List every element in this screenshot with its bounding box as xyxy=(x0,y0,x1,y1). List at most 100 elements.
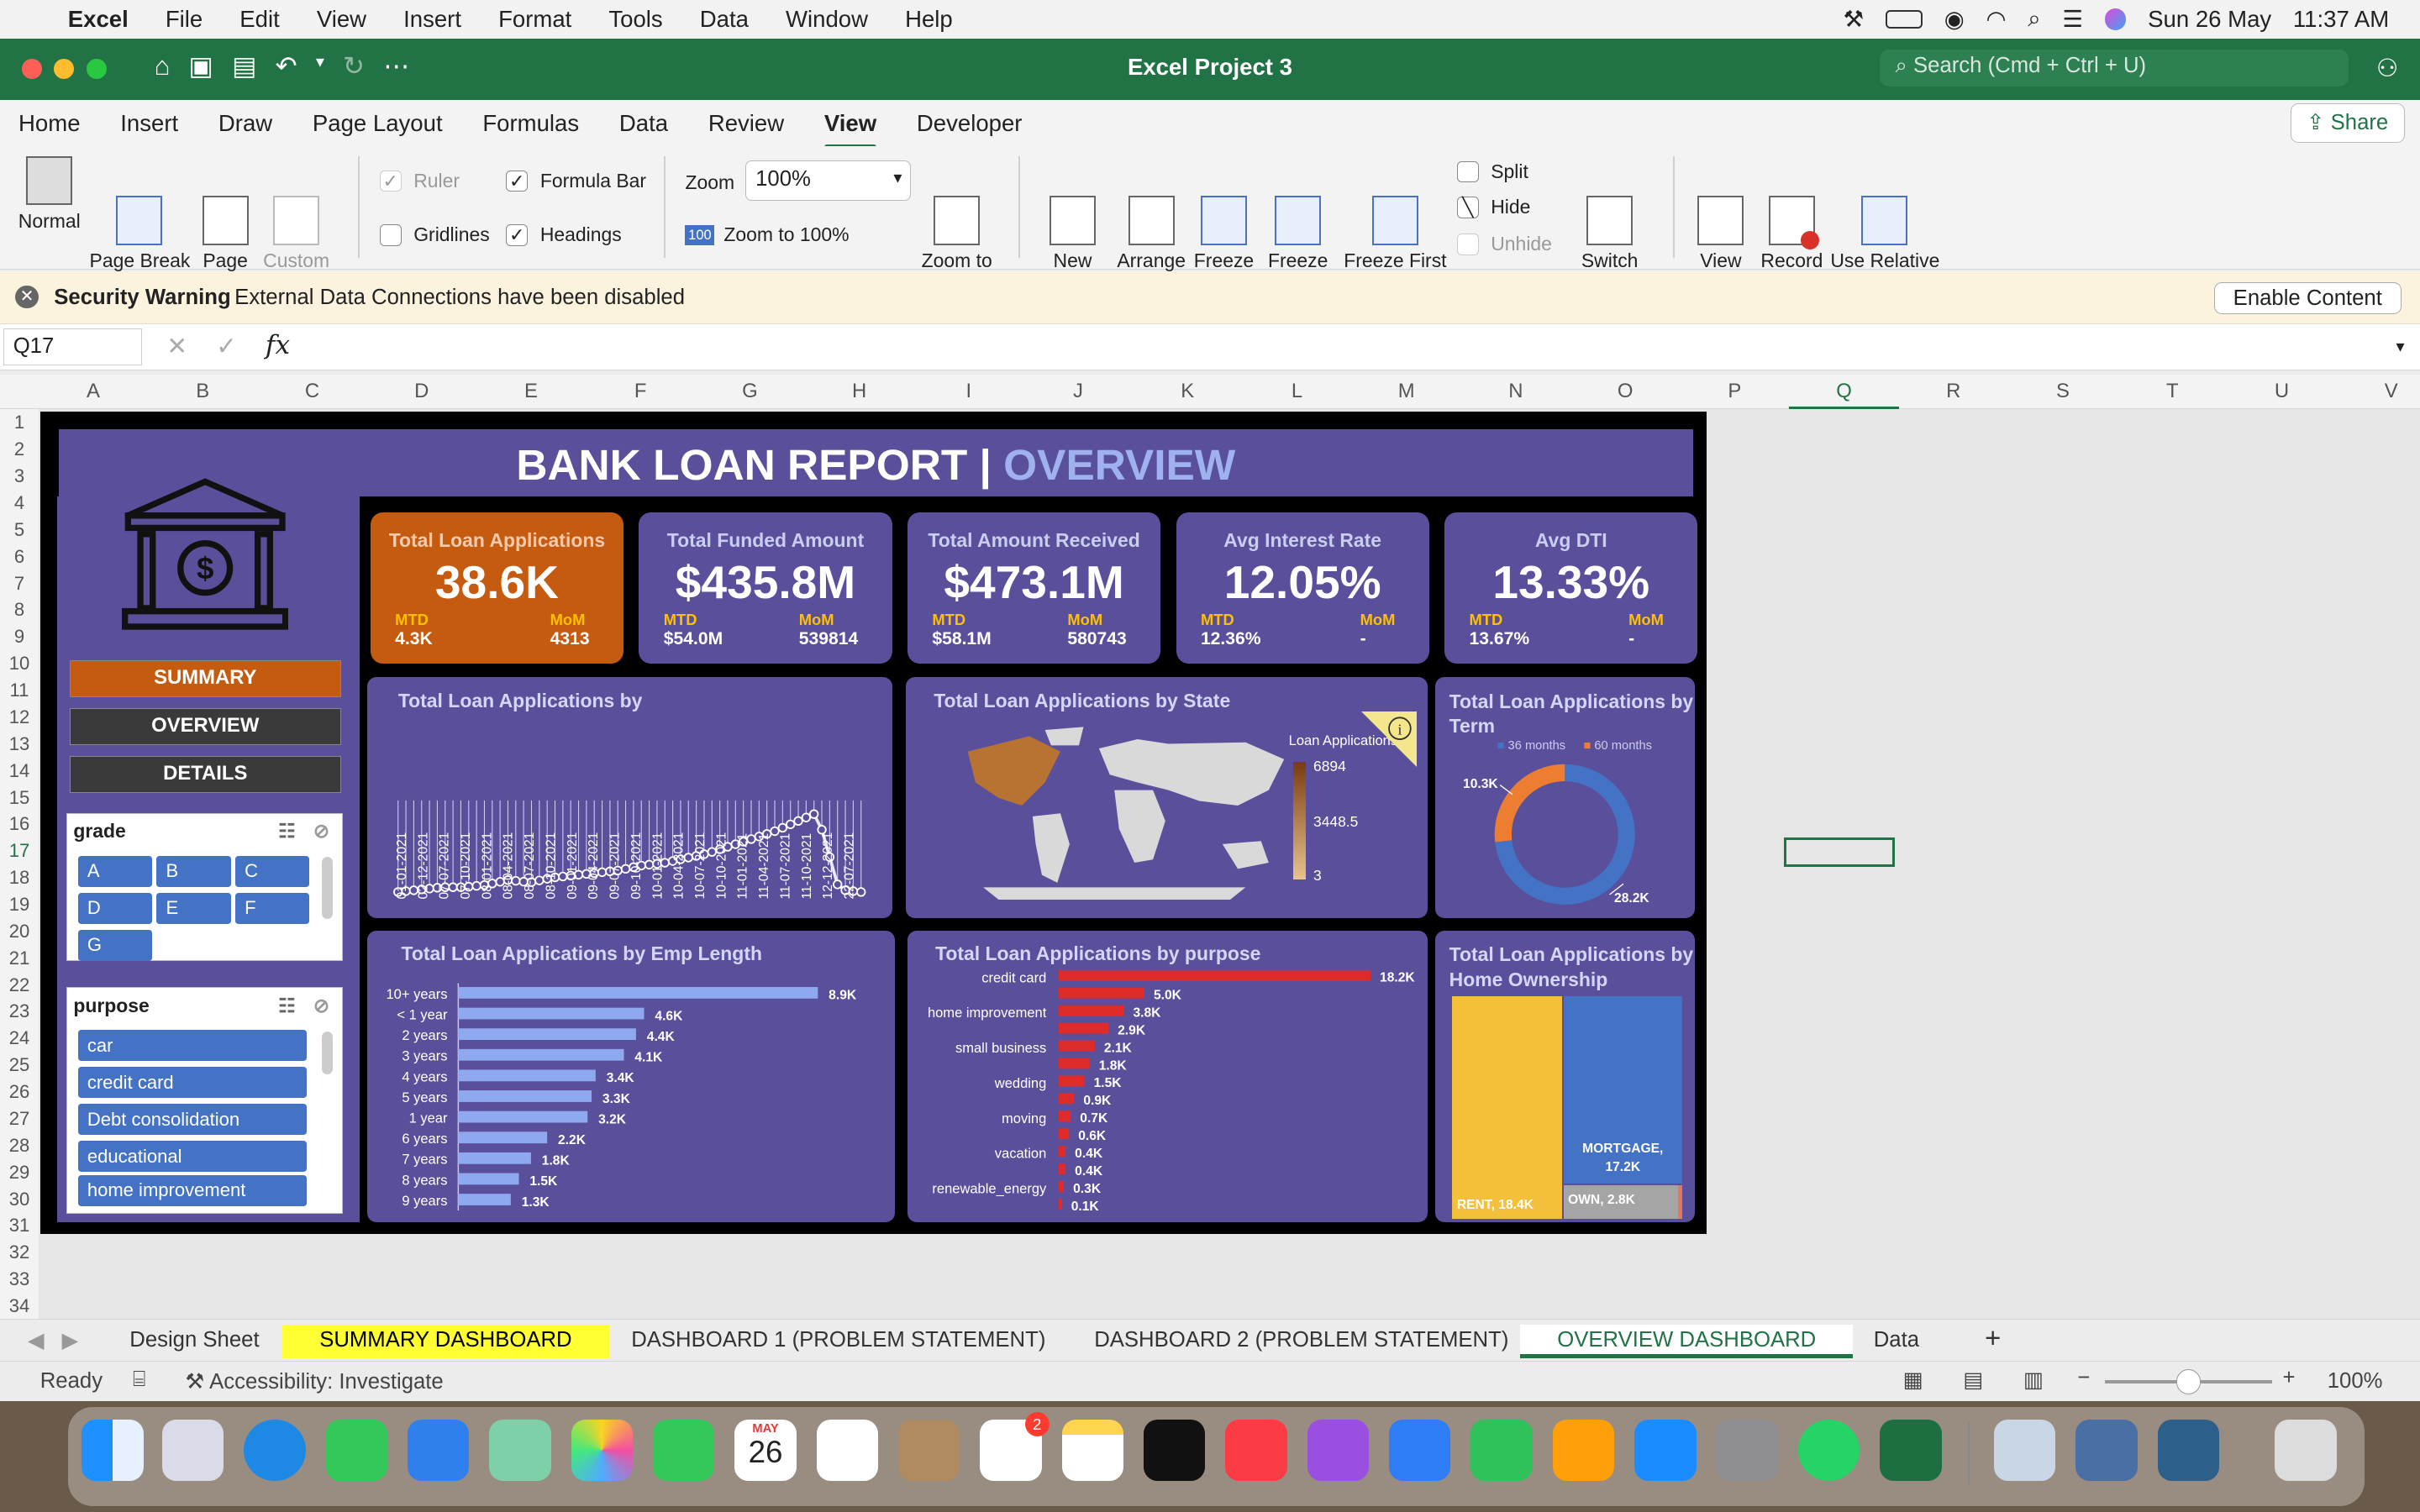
row-header[interactable]: 9 xyxy=(0,626,39,648)
row-header[interactable]: 8 xyxy=(0,599,39,621)
grade-chip-d[interactable]: D xyxy=(77,892,152,924)
purpose-item[interactable]: car xyxy=(77,1030,307,1062)
row-header[interactable]: 22 xyxy=(0,974,39,996)
prev-sheet-icon[interactable]: ◀ xyxy=(28,1328,45,1353)
preview-icon[interactable] xyxy=(1994,1419,2056,1482)
menu-help[interactable]: Help xyxy=(886,6,971,33)
column-header[interactable]: V xyxy=(2337,380,2420,403)
column-header[interactable]: G xyxy=(695,380,804,403)
enable-content-button[interactable]: Enable Content xyxy=(2213,282,2402,315)
maps-icon[interactable] xyxy=(489,1419,551,1482)
column-header[interactable]: C xyxy=(257,380,366,403)
row-header[interactable]: 12 xyxy=(0,706,39,728)
apple-tv-icon[interactable] xyxy=(1143,1419,1206,1482)
column-header[interactable]: T xyxy=(2118,380,2227,403)
row-header[interactable]: 15 xyxy=(0,787,39,809)
sheet-tab-overview[interactable]: OVERVIEW DASHBOARD xyxy=(1520,1324,1854,1359)
function-icon[interactable]: fx xyxy=(266,330,290,360)
zoom-select[interactable]: 100% ▾ xyxy=(745,160,911,201)
zoom-slider[interactable] xyxy=(2105,1369,2272,1394)
row-header[interactable]: 24 xyxy=(0,1027,39,1049)
sheet-tab-summary[interactable]: SUMMARY DASHBOARD xyxy=(282,1324,609,1359)
purpose-item[interactable]: Debt consolidation xyxy=(77,1104,307,1136)
tab-developer[interactable]: Developer xyxy=(898,110,1044,137)
column-header[interactable]: F xyxy=(586,380,695,403)
pages-icon[interactable] xyxy=(1552,1419,1615,1482)
column-header[interactable]: E xyxy=(476,380,586,403)
zoom-out-button[interactable]: − xyxy=(2077,1366,2090,1390)
grade-chip-g[interactable]: G xyxy=(77,929,152,961)
excel-icon[interactable] xyxy=(1880,1419,1942,1482)
sheet-tab-data[interactable]: Data xyxy=(1837,1325,1956,1358)
slicer-scrollbar[interactable] xyxy=(321,857,333,919)
row-header[interactable]: 2 xyxy=(0,438,39,460)
grade-chip-b[interactable]: B xyxy=(156,855,231,887)
expand-formula-icon[interactable]: ▾ xyxy=(2396,336,2404,357)
row-header[interactable]: 7 xyxy=(0,573,39,595)
tab-formulas[interactable]: Formulas xyxy=(464,110,601,137)
row-header[interactable]: 5 xyxy=(0,519,39,541)
row-header[interactable]: 1 xyxy=(0,412,39,433)
column-header[interactable]: R xyxy=(1899,380,2008,403)
multi-select-icon[interactable]: ☷ xyxy=(278,995,296,1017)
purpose-item[interactable]: educational xyxy=(77,1141,307,1173)
row-header[interactable]: 21 xyxy=(0,948,39,969)
column-header[interactable]: Q xyxy=(1789,375,1899,409)
search-input[interactable]: ⌕ Search (Cmd + Ctrl + U) xyxy=(1880,49,2349,87)
chart-applications-by-state[interactable]: Total Loan Applications by State Loan Ap… xyxy=(906,677,1428,918)
row-header[interactable]: 20 xyxy=(0,921,39,942)
formula-bar-checkbox[interactable]: ✓ Formula Bar xyxy=(506,170,646,192)
app-store-icon[interactable] xyxy=(1634,1419,1697,1482)
enter-icon[interactable]: ✓ xyxy=(216,332,237,361)
column-header[interactable]: H xyxy=(804,380,913,403)
add-sheet-button[interactable]: + xyxy=(1948,1320,2038,1354)
tab-home[interactable]: Home xyxy=(0,110,102,137)
tab-insert[interactable]: Insert xyxy=(102,110,200,137)
row-header[interactable]: 4 xyxy=(0,492,39,514)
finder-icon[interactable] xyxy=(82,1419,144,1482)
screen-sharing-icon[interactable] xyxy=(2075,1419,2138,1482)
row-header[interactable]: 3 xyxy=(0,465,39,487)
row-header[interactable]: 29 xyxy=(0,1162,39,1184)
menu-tools[interactable]: Tools xyxy=(590,6,681,33)
row-header[interactable]: 16 xyxy=(0,813,39,835)
mysql-workbench-icon[interactable] xyxy=(2157,1419,2220,1482)
column-header[interactable]: O xyxy=(1570,380,1680,403)
tab-draw[interactable]: Draw xyxy=(200,110,294,137)
clear-filter-icon[interactable]: ⊘ xyxy=(313,820,329,843)
grade-chip-c[interactable]: C xyxy=(235,855,310,887)
app-menu[interactable]: Excel xyxy=(50,6,147,33)
user-icon[interactable]: ◉ xyxy=(1944,6,1965,33)
safari-icon[interactable] xyxy=(244,1419,306,1482)
podcasts-icon[interactable] xyxy=(1307,1419,1370,1482)
column-header[interactable]: B xyxy=(148,380,257,403)
menu-data[interactable]: Data xyxy=(681,6,767,33)
column-header[interactable]: L xyxy=(1242,380,1351,403)
siri-icon[interactable] xyxy=(2104,8,2127,30)
name-box[interactable]: Q17 xyxy=(3,328,142,366)
row-header[interactable]: 13 xyxy=(0,733,39,755)
purpose-item[interactable]: credit card xyxy=(77,1067,307,1099)
tools-icon[interactable]: ⚒ xyxy=(1844,6,1865,33)
normal-view-button[interactable]: Normal xyxy=(13,155,87,232)
row-header[interactable]: 30 xyxy=(0,1189,39,1210)
column-header[interactable]: M xyxy=(1352,380,1461,403)
tab-view[interactable]: View xyxy=(806,110,898,150)
row-header[interactable]: 26 xyxy=(0,1081,39,1103)
chart-applications-by-home-ownership[interactable]: Total Loan Applications by Home Ownershi… xyxy=(1435,930,1695,1222)
ruler-checkbox[interactable]: ✓ Ruler xyxy=(379,170,460,192)
tab-review[interactable]: Review xyxy=(690,110,806,137)
row-header[interactable]: 10 xyxy=(0,653,39,675)
facetime-icon[interactable] xyxy=(652,1419,715,1482)
warning-close-icon[interactable]: ✕ xyxy=(15,285,39,309)
column-header[interactable]: J xyxy=(1023,380,1133,403)
hide-button[interactable]: ╲ Hide xyxy=(1456,196,1530,218)
mail-icon[interactable] xyxy=(407,1419,470,1482)
reminders-icon[interactable]: 2 xyxy=(980,1411,1050,1482)
unhide-button[interactable]: Unhide xyxy=(1456,233,1552,255)
chart-applications-by-date[interactable]: Total Loan Applications by 01-01-2021 02-… xyxy=(367,677,892,918)
row-header[interactable]: 31 xyxy=(0,1215,39,1236)
column-header[interactable]: N xyxy=(1461,380,1570,403)
system-settings-icon[interactable] xyxy=(1716,1419,1778,1482)
tab-page-layout[interactable]: Page Layout xyxy=(294,110,464,137)
